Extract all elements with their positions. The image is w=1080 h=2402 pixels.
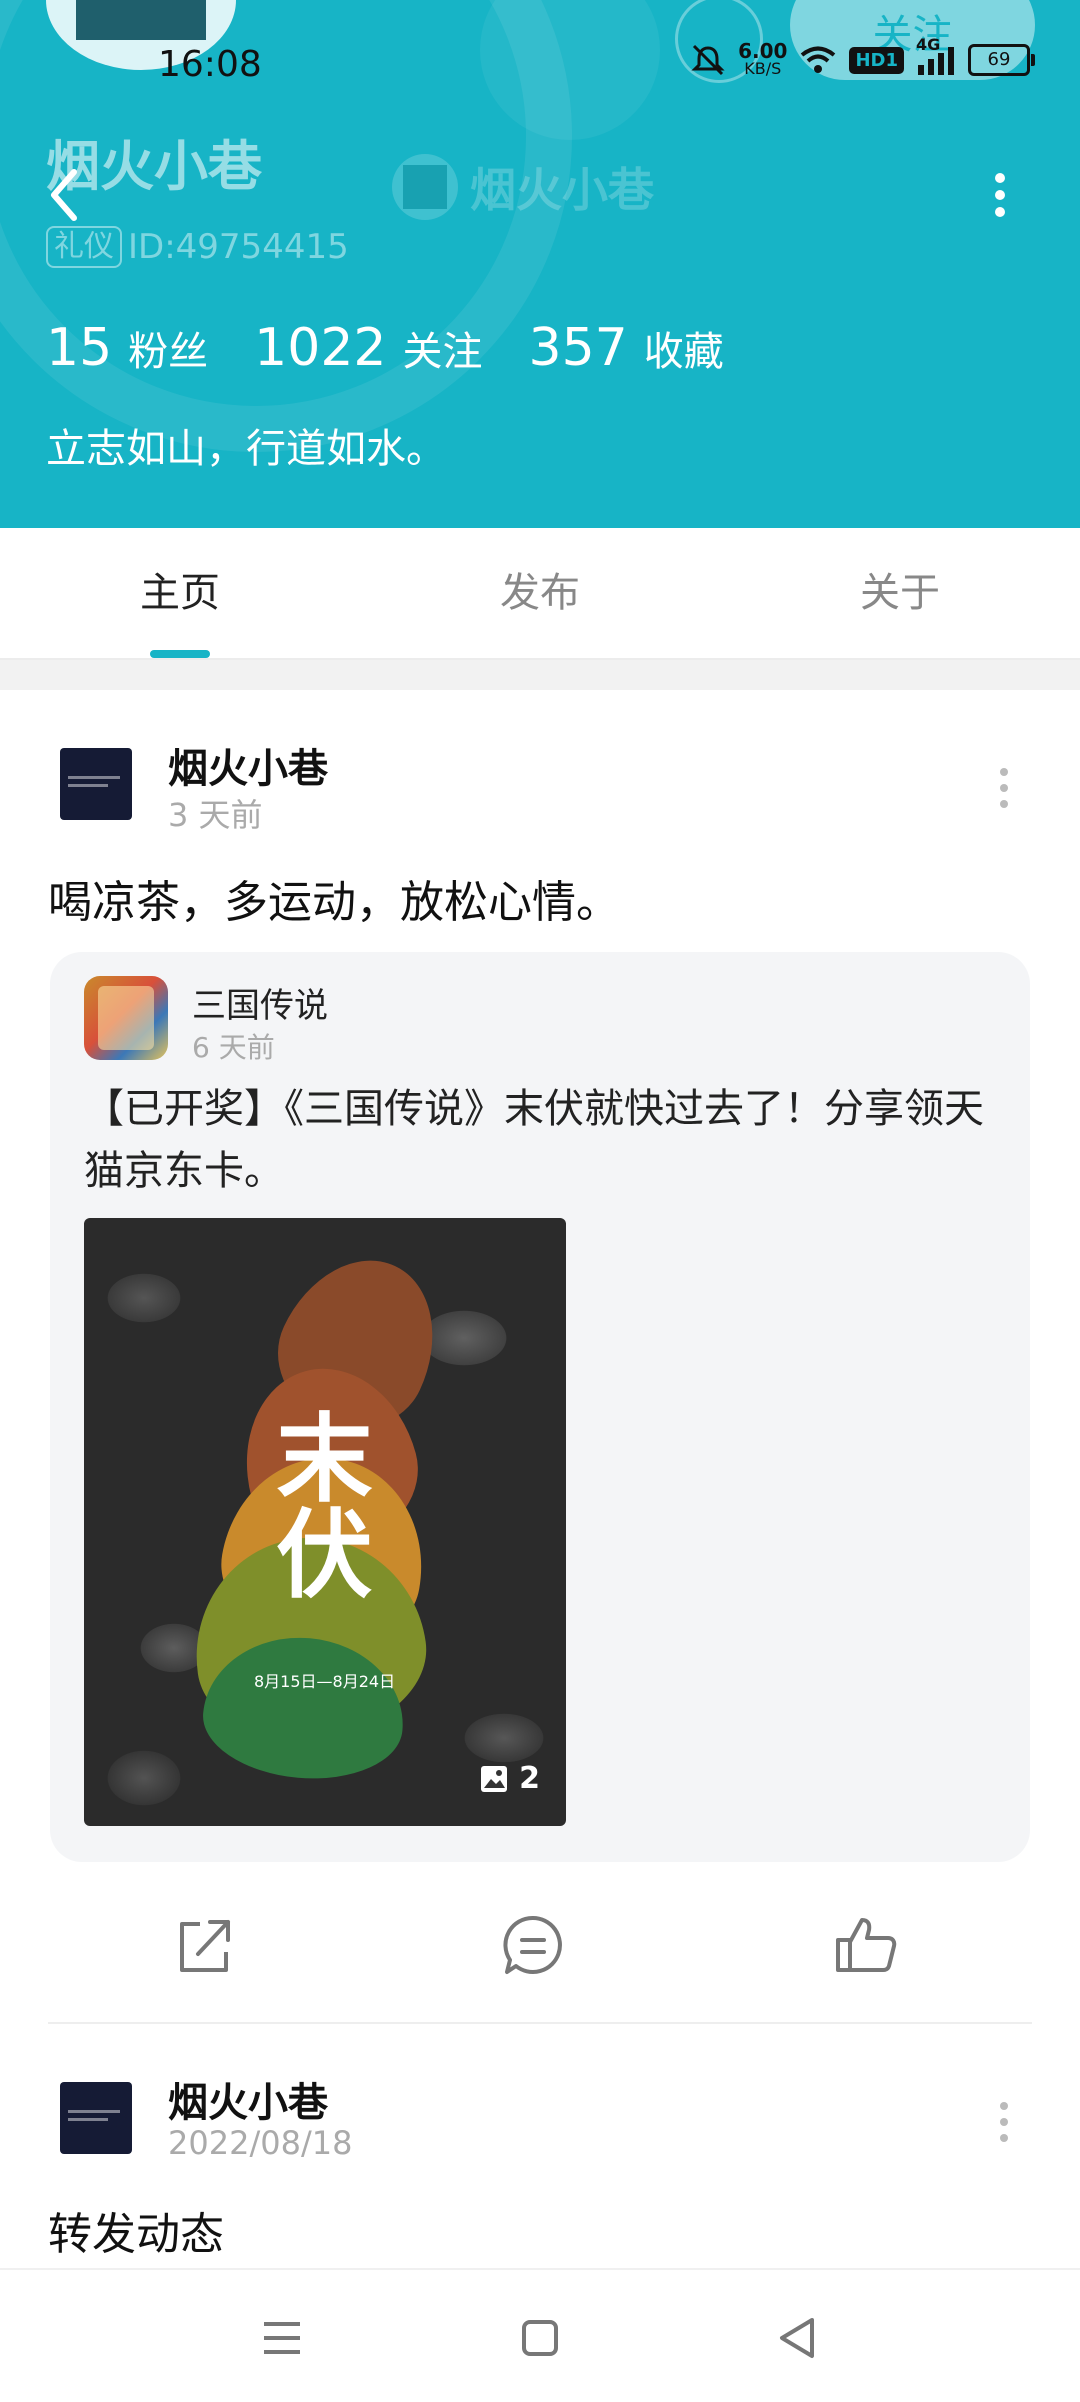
- status-bar: 16:08 6.00 KB/S HD1 4G 69: [0, 35, 1080, 96]
- user-id: ID:49754415: [128, 227, 349, 267]
- more-options-button[interactable]: [980, 160, 1020, 230]
- quoted-author[interactable]: 三国传说: [192, 978, 328, 1027]
- post-time: 2022/08/18: [168, 2124, 353, 2162]
- post-divider: [48, 2022, 1032, 2024]
- signal-icon: 4G: [916, 35, 956, 75]
- system-nav-bar: [0, 2268, 1080, 2402]
- author-avatar[interactable]: [60, 2082, 132, 2154]
- menu-button[interactable]: [252, 2308, 312, 2368]
- post-more-icon[interactable]: [996, 2102, 1012, 2142]
- profile-stats: 15 粉丝 1022 关注 357 收藏: [46, 318, 770, 378]
- stat-favorites[interactable]: 357 收藏: [529, 318, 724, 378]
- comment-icon: [503, 1915, 562, 1974]
- back-nav-button[interactable]: [768, 2308, 828, 2368]
- share-button[interactable]: [170, 1910, 240, 1980]
- back-triangle-icon: [780, 2318, 814, 2358]
- post-image[interactable]: 末伏 8月15日—8月24日 2: [84, 1218, 566, 1826]
- comment-button[interactable]: [498, 1910, 568, 1980]
- tab-about[interactable]: 关于: [720, 528, 1080, 658]
- author-name[interactable]: 烟火小巷: [168, 736, 328, 794]
- user-badge: 礼仪: [46, 226, 122, 268]
- post-header: 烟火小巷 2022/08/18: [0, 2058, 1080, 2178]
- post-text: 喝凉茶，多运动，放松心情。: [48, 877, 620, 928]
- share-icon: [180, 1920, 230, 1972]
- post-time: 3 天前: [168, 796, 263, 834]
- mute-icon: [690, 44, 726, 76]
- network-speed: 6.00 KB/S: [738, 39, 788, 78]
- image-count-badge: 2: [479, 1761, 540, 1796]
- image-caption-title: 末伏: [260, 1408, 373, 1600]
- menu-icon: [264, 2322, 300, 2354]
- post-header: 烟火小巷 3 天前: [0, 720, 1080, 840]
- like-button[interactable]: [832, 1910, 902, 1980]
- battery-icon: 69: [968, 44, 1035, 76]
- thumbs-up-icon: [836, 1918, 897, 1972]
- back-button[interactable]: [42, 160, 92, 230]
- post-actions: [0, 1900, 1080, 1990]
- profile-tabs: 主页 发布 关于: [0, 528, 1080, 660]
- game-app-icon[interactable]: [84, 976, 168, 1060]
- image-stack-icon: [481, 1765, 508, 1792]
- more-vertical-icon: [995, 173, 1005, 217]
- quoted-text: 【已开奖】《三国传说》末伏就快过去了！分享领天猫京东卡。: [84, 1086, 984, 1194]
- quoted-post[interactable]: 三国传说 6 天前 【已开奖】《三国传说》末伏就快过去了！分享领天猫京东卡。 末…: [50, 952, 1030, 1862]
- tab-home[interactable]: 主页: [0, 528, 360, 658]
- tab-posts[interactable]: 发布: [360, 528, 720, 658]
- home-square-icon: [522, 2320, 558, 2356]
- user-id-row: 礼仪 ID:49754415: [46, 226, 349, 268]
- wifi-icon: [799, 45, 837, 75]
- post-text: 转发动态: [48, 2209, 224, 2260]
- back-arrow-icon: [51, 169, 77, 221]
- toolbar-title: 烟火小巷: [392, 154, 654, 220]
- toolbar-avatar: [392, 154, 458, 220]
- user-bio: 立志如山，行道如水。: [46, 426, 446, 472]
- stat-following[interactable]: 1022 关注: [254, 318, 482, 378]
- author-avatar[interactable]: [60, 748, 132, 820]
- author-name[interactable]: 烟火小巷: [168, 2070, 328, 2128]
- section-divider: [0, 660, 1080, 690]
- post-more-icon[interactable]: [996, 768, 1012, 808]
- home-button[interactable]: [510, 2308, 570, 2368]
- hd-icon: HD1: [849, 46, 904, 74]
- stat-fans[interactable]: 15 粉丝: [46, 318, 208, 378]
- profile-header: 关注 16:08 6.00 KB/S HD1 4G 69 烟火小巷 烟火小巷 礼…: [0, 0, 1080, 528]
- status-time: 16:08: [158, 44, 262, 85]
- image-caption-date: 8月15日—8月24日: [254, 1672, 396, 1691]
- quoted-time: 6 天前: [192, 1031, 275, 1064]
